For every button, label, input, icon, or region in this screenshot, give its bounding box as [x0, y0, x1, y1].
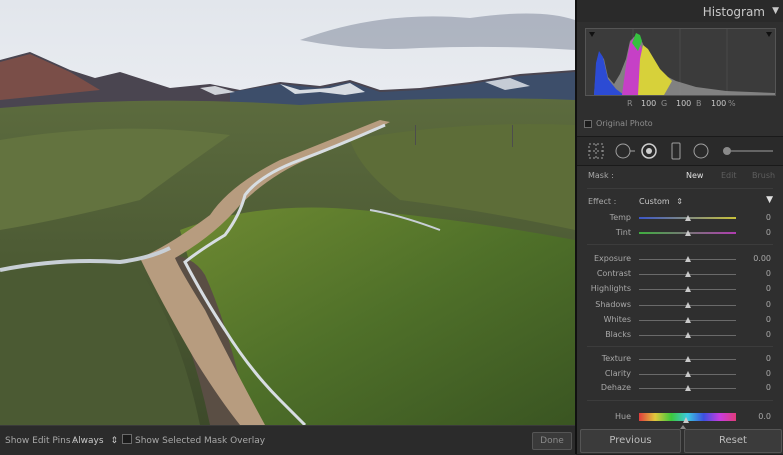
highlights-label: Highlights — [590, 284, 631, 293]
previous-button[interactable]: Previous — [580, 429, 681, 453]
tint-value[interactable]: 0 — [766, 228, 771, 237]
histogram-title: Histogram — [702, 5, 765, 19]
tint-slider-row: Tint 0 — [577, 226, 783, 240]
clarity-label: Clarity — [604, 369, 631, 378]
shadows-slider-row: Shadows 0 — [577, 298, 783, 312]
clarity-slider-row: Clarity 0 — [577, 367, 783, 381]
hue-slider-thumb[interactable] — [683, 417, 689, 423]
blacks-label: Blacks — [605, 330, 631, 339]
highlights-value[interactable]: 0 — [766, 284, 771, 293]
tool-icons — [588, 142, 773, 160]
hue-label: Hue — [614, 412, 631, 421]
r-value: 100 — [641, 99, 657, 108]
photo-canvas[interactable] — [0, 0, 575, 425]
blacks-slider-row: Blacks 0 — [577, 328, 783, 342]
collapse-arrow-icon[interactable]: ▼ — [772, 6, 779, 16]
original-photo-label: Original Photo — [596, 119, 653, 128]
b-label: B — [696, 99, 702, 108]
crop-grid-icon — [588, 143, 604, 159]
whites-value[interactable]: 0 — [766, 315, 771, 324]
original-photo-toggle[interactable]: Original Photo — [584, 119, 653, 128]
adjustment-brush-icon — [723, 147, 773, 155]
dehaze-label: Dehaze — [600, 383, 631, 392]
whites-label: Whites — [603, 315, 631, 324]
mask-label: Mask : — [588, 171, 614, 180]
temp-slider-row: Temp 0 — [577, 211, 783, 225]
develop-panel: Histogram ▼ R 100 G 100 B 100 % Original… — [577, 0, 783, 454]
exposure-slider-thumb[interactable] — [685, 256, 691, 262]
g-label: G — [661, 99, 668, 108]
exposure-value[interactable]: 0.00 — [753, 254, 771, 263]
histogram-graph[interactable] — [585, 28, 776, 96]
edit-pins-dropdown[interactable]: Always ⇕ — [72, 436, 118, 446]
dehaze-slider-thumb[interactable] — [685, 385, 691, 391]
mask-row: Mask : New Edit Brush — [577, 168, 783, 184]
b-value: 100 — [711, 99, 727, 108]
texture-label: Texture — [601, 354, 631, 363]
mask-new-button[interactable]: New — [686, 171, 703, 180]
radial-filter-icon — [693, 143, 709, 159]
r-label: R — [627, 99, 633, 108]
highlights-slider-thumb[interactable] — [685, 286, 691, 292]
contrast-label: Contrast — [596, 269, 631, 278]
shadows-label: Shadows — [595, 300, 631, 309]
graduated-filter-icon — [671, 142, 681, 160]
exposure-label: Exposure — [593, 254, 631, 263]
mask-edit-button[interactable]: Edit — [721, 171, 737, 180]
collapse-triangle-icon[interactable]: ▼ — [766, 195, 773, 205]
effect-label: Effect : — [588, 197, 617, 206]
texture-slider-row: Texture 0 — [577, 352, 783, 366]
edit-pins-value: Always — [72, 436, 104, 446]
exposure-slider-row: Exposure 0.00 — [577, 252, 783, 266]
landscape-photo — [0, 0, 575, 425]
divider — [587, 400, 773, 401]
divider — [587, 346, 773, 347]
histogram-header[interactable]: Histogram ▼ — [577, 0, 783, 22]
mask-brush-button[interactable]: Brush — [752, 171, 775, 180]
highlights-slider-row: Highlights 0 — [577, 282, 783, 296]
histogram-chart — [589, 29, 775, 95]
shadows-value[interactable]: 0 — [766, 300, 771, 309]
overlay-label: Show Selected Mask Overlay — [135, 436, 266, 446]
updown-arrows-icon: ⇕ — [676, 197, 683, 206]
temp-label: Temp — [609, 213, 631, 222]
clarity-value[interactable]: 0 — [766, 369, 771, 378]
photo-toolbar: Show Edit Pins : Always ⇕ Show Selected … — [0, 425, 576, 455]
effect-row: Effect : Custom ⇕ ▼ — [577, 194, 783, 208]
effect-preset-value: Custom — [639, 197, 670, 206]
clarity-slider-thumb[interactable] — [685, 371, 691, 377]
effect-preset-dropdown[interactable]: Custom ⇕ — [639, 197, 683, 206]
reset-button[interactable]: Reset — [684, 429, 782, 453]
hue-value[interactable]: 0.0 — [758, 412, 771, 421]
temp-slider-thumb[interactable] — [685, 215, 691, 221]
tint-slider-thumb[interactable] — [685, 230, 691, 236]
g-value: 100 — [676, 99, 692, 108]
spot-removal-icon — [615, 143, 635, 159]
tint-label: Tint — [615, 228, 631, 237]
divider — [587, 188, 773, 189]
original-photo-checkbox[interactable] — [584, 119, 592, 128]
dehaze-slider-row: Dehaze 0 — [577, 381, 783, 395]
shadows-slider-thumb[interactable] — [685, 302, 691, 308]
dehaze-value[interactable]: 0 — [766, 383, 771, 392]
contrast-slider-thumb[interactable] — [685, 271, 691, 277]
updown-arrows-icon: ⇕ — [110, 436, 118, 446]
blacks-value[interactable]: 0 — [766, 330, 771, 339]
tool-strip — [577, 136, 783, 166]
done-button[interactable]: Done — [532, 432, 572, 450]
contrast-slider-row: Contrast 0 — [577, 267, 783, 281]
hue-slider-row: Hue 0.0 — [577, 410, 783, 424]
whites-slider-row: Whites 0 — [577, 313, 783, 327]
texture-value[interactable]: 0 — [766, 354, 771, 363]
overlay-checkbox[interactable] — [122, 434, 132, 445]
red-eye-icon — [641, 143, 657, 159]
contrast-value[interactable]: 0 — [766, 269, 771, 278]
blacks-slider-thumb[interactable] — [685, 332, 691, 338]
whites-slider-thumb[interactable] — [685, 317, 691, 323]
percent-unit: % — [728, 99, 736, 108]
divider — [587, 244, 773, 245]
edit-pins-label: Show Edit Pins : — [5, 436, 77, 446]
texture-slider-thumb[interactable] — [685, 356, 691, 362]
temp-value[interactable]: 0 — [766, 213, 771, 222]
